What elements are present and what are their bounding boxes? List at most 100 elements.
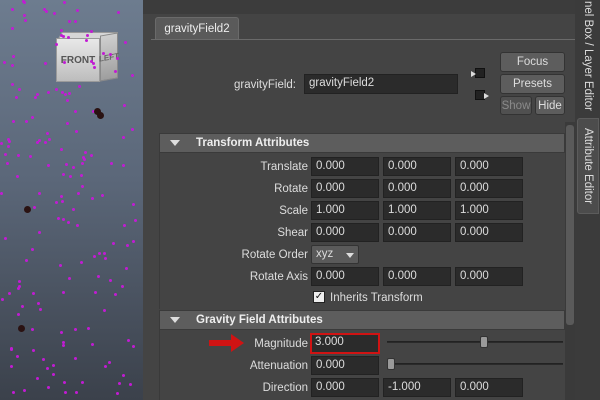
particle: [62, 291, 65, 294]
transform-attributes-header[interactable]: Transform Attributes: [159, 133, 565, 153]
tab-gravityfield[interactable]: gravityField2: [155, 17, 239, 39]
particle: [114, 70, 117, 73]
particle: [7, 145, 10, 148]
particle: [93, 255, 96, 258]
shear-y-field[interactable]: 0.000: [383, 223, 451, 242]
particle: [118, 382, 121, 385]
particle: [34, 96, 37, 99]
rotate-z-field[interactable]: 0.000: [455, 179, 523, 198]
particle: [80, 174, 83, 177]
collapse-triangle-icon[interactable]: [170, 140, 180, 146]
show-button[interactable]: Show: [500, 96, 532, 115]
particle: [94, 291, 97, 294]
particle: [59, 264, 62, 267]
particle: [63, 61, 66, 64]
rotate-axis-z-field[interactable]: 0.000: [455, 267, 523, 286]
particle: [55, 88, 58, 91]
attenuation-slider-track[interactable]: [387, 363, 563, 365]
particle: [23, 1, 26, 4]
tab-attribute-editor[interactable]: Attribute Editor: [577, 118, 599, 214]
focus-button[interactable]: Focus: [500, 52, 565, 72]
particle: [24, 19, 27, 22]
particle: [44, 141, 47, 144]
rotate-order-dropdown[interactable]: xyz: [311, 245, 359, 264]
scale-z-field[interactable]: 1.000: [455, 201, 523, 220]
magnitude-slider-track[interactable]: [387, 341, 563, 343]
translate-x-field[interactable]: 0.000: [311, 157, 379, 176]
tab-channel-box-layer-editor[interactable]: nel Box / Layer Editor: [577, 0, 599, 112]
particle: [74, 20, 77, 23]
particle: [62, 173, 65, 176]
particle: [23, 14, 26, 17]
input-connections-icon[interactable]: [471, 66, 485, 80]
attenuation-label: Attenuation: [249, 360, 308, 372]
particle: [16, 355, 19, 358]
translate-y-field[interactable]: 0.000: [383, 157, 451, 176]
rotate-x-field[interactable]: 0.000: [311, 179, 379, 198]
dark-particle: [97, 112, 104, 119]
particle: [52, 364, 55, 367]
rotate-order-label: Rotate Order: [241, 249, 308, 261]
particle: [109, 53, 112, 56]
particle: [11, 27, 14, 30]
viewcube[interactable]: FRONT LEFT: [56, 32, 120, 84]
gravity-field-attributes-header[interactable]: Gravity Field Attributes: [159, 310, 565, 330]
shear-x-field[interactable]: 0.000: [311, 223, 379, 242]
particle: [90, 30, 93, 33]
particle: [32, 292, 35, 295]
particle: [1, 298, 4, 301]
particle: [125, 267, 128, 270]
scale-x-field[interactable]: 1.000: [311, 201, 379, 220]
direction-x-field[interactable]: 0.000: [311, 378, 379, 397]
viewcube-front-face[interactable]: FRONT: [56, 38, 100, 82]
particle: [127, 339, 130, 342]
particle: [103, 252, 106, 255]
particle: [81, 185, 84, 188]
particle: [104, 257, 107, 260]
rotate-y-field[interactable]: 0.000: [383, 179, 451, 198]
presets-button[interactable]: Presets: [500, 74, 565, 94]
translate-z-field[interactable]: 0.000: [455, 157, 523, 176]
node-name-input[interactable]: gravityField2: [304, 74, 458, 94]
attenuation-field[interactable]: 0.000: [311, 356, 379, 375]
particle: [110, 162, 113, 165]
particle: [55, 201, 58, 204]
particle: [45, 10, 48, 13]
particle: [65, 163, 68, 166]
output-connections-icon[interactable]: [475, 88, 489, 102]
rotate-label: Rotate: [274, 183, 308, 195]
viewport-panel[interactable]: FRONT LEFT: [0, 0, 143, 400]
particle: [18, 285, 21, 288]
attenuation-slider-handle[interactable]: [387, 358, 395, 370]
particle: [74, 110, 77, 113]
inherits-transform-checkbox[interactable]: ✓: [313, 291, 325, 303]
direction-y-field[interactable]: -1.000: [383, 378, 451, 397]
scale-y-field[interactable]: 1.000: [383, 201, 451, 220]
particle: [116, 57, 119, 60]
rotate-axis-y-field[interactable]: 0.000: [383, 267, 451, 286]
scrollbar-thumb[interactable]: [566, 125, 574, 325]
particle: [36, 377, 39, 380]
particle: [77, 192, 80, 195]
rotate-axis-x-field[interactable]: 0.000: [311, 267, 379, 286]
particle: [122, 374, 125, 377]
direction-z-field[interactable]: 0.000: [455, 378, 523, 397]
particle: [46, 132, 49, 135]
magnitude-field[interactable]: 3.000: [310, 333, 380, 354]
hide-button[interactable]: Hide: [535, 96, 565, 115]
particle: [8, 292, 11, 295]
particle: [132, 345, 135, 348]
particle: [109, 279, 112, 282]
shear-z-field[interactable]: 0.000: [455, 223, 523, 242]
particle: [0, 142, 3, 145]
particle: [97, 275, 100, 278]
particle: [76, 9, 79, 12]
particle: [68, 277, 71, 280]
particle: [101, 194, 104, 197]
particle: [17, 154, 20, 157]
particle: [85, 39, 88, 42]
particle: [131, 74, 134, 77]
collapse-triangle-icon[interactable]: [170, 317, 180, 323]
magnitude-slider-handle[interactable]: [480, 336, 489, 348]
particle: [39, 308, 42, 311]
